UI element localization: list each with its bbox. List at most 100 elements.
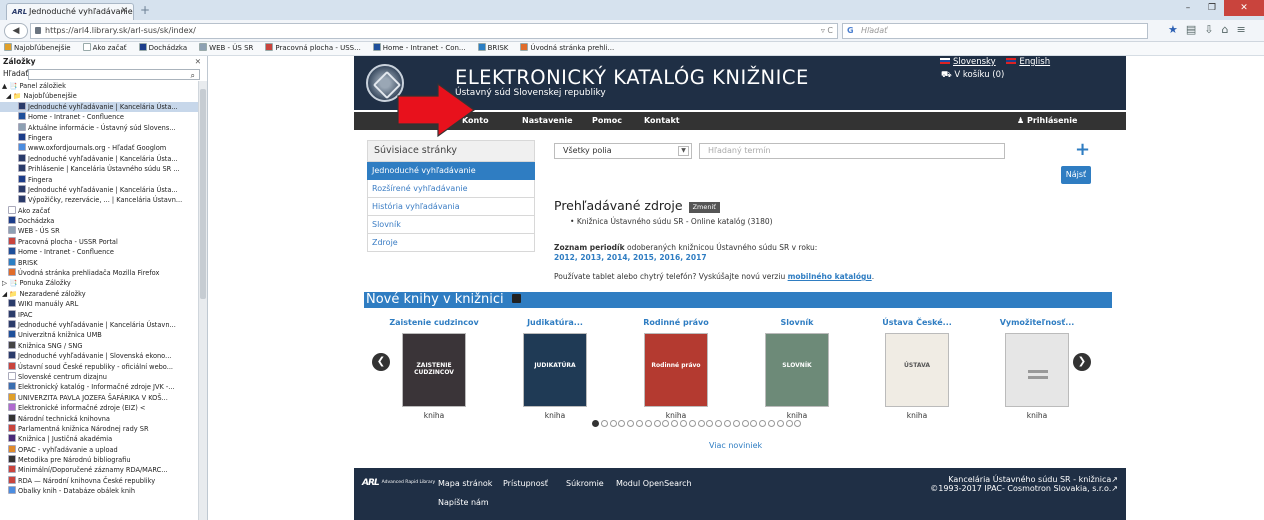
bookmark-item[interactable]: Knižnica SNG / SNG [0, 340, 207, 351]
minimize-icon[interactable]: – [1176, 0, 1200, 16]
carousel-dot[interactable] [794, 420, 802, 427]
bookmark-item[interactable]: Jednoduché vyhľadávanie | Kancelária Úst… [0, 319, 207, 330]
periodicals-years[interactable]: 2012, 2013, 2014, 2015, 2016, 2017 [554, 253, 707, 262]
home-icon[interactable]: ⌂ [1222, 23, 1229, 37]
menu-kontakt[interactable]: Kontakt [644, 112, 680, 130]
more-news-link[interactable]: Viac noviniek [709, 441, 762, 450]
carousel-next-icon[interactable]: ❯ [1073, 353, 1091, 371]
footer-opensearch-link[interactable]: Modul OpenSearch [616, 479, 692, 488]
bookmark-item[interactable]: Pracovná plocha - USSR Portal [0, 236, 207, 247]
book-title[interactable]: Rodinné právo [616, 318, 736, 327]
book-cover[interactable]: JUDIKATÚRA [523, 333, 587, 407]
sidebar-search-input[interactable]: ⌕ [28, 69, 200, 80]
sidebar-scrollbar[interactable] [198, 81, 207, 520]
restore-icon[interactable]: ❐ [1200, 0, 1224, 16]
bookmark-item[interactable]: ◢ 📁 Nezaradené záložky [0, 289, 207, 299]
url-bar[interactable]: https://arl4.library.sk/arl-sus/sk/index… [30, 23, 838, 39]
footer-library-name[interactable]: Kancelária Ústavného súdu SR - knižnica↗ [948, 475, 1118, 484]
bookmark-item[interactable]: WEB - ÚS SR [0, 226, 207, 236]
mobile-catalog-link[interactable]: mobilného katalógu [788, 272, 872, 281]
carousel-dot[interactable] [767, 420, 775, 427]
bookmark-star-icon[interactable]: ★ [1168, 23, 1178, 37]
bookmark-item[interactable]: Úvodná stránka prehliadača Mozilla Firef… [0, 268, 207, 278]
bookmark-item[interactable]: Výpožičky, rezervácie, ... | Kancelária … [0, 195, 207, 205]
book-item[interactable]: Ústava České... ÚSTAVA kniha [857, 318, 977, 420]
bookmark-item[interactable]: Fingera [0, 174, 207, 185]
bookmark-toolbar-item[interactable]: BRISK [477, 43, 515, 52]
browser-search-field[interactable]: G Hľadať [842, 23, 1148, 39]
carousel-dot[interactable] [653, 420, 661, 427]
carousel-dot[interactable] [741, 420, 749, 427]
carousel-dot[interactable] [592, 420, 599, 427]
bookmark-item[interactable]: Parlamentná knižnica Národnej rady SR [0, 423, 207, 434]
bookmark-item[interactable]: Dochádzka [0, 216, 207, 226]
related-dictionary[interactable]: Slovník [367, 216, 535, 234]
bookmark-item[interactable]: OPAC - vyhľadávanie a upload [0, 444, 207, 455]
book-cover[interactable]: Rodinné právo [644, 333, 708, 407]
field-select[interactable]: Všetky polia ▼ [554, 143, 692, 159]
menu-nastavenie[interactable]: Nastavenie [522, 112, 573, 130]
bookmark-item[interactable]: Knižnica | Justičná akadémia [0, 434, 207, 444]
bookmark-toolbar-item[interactable]: Home - Intranet - Con... [372, 43, 472, 52]
bookmark-toolbar-item[interactable]: Ako začať [82, 43, 133, 52]
new-tab-icon[interactable]: + [140, 4, 150, 16]
carousel-dot[interactable] [644, 420, 652, 427]
bookmark-item[interactable]: Home - Intranet - Confluence [0, 247, 207, 257]
bookmarks-menu-icon[interactable]: ▤ [1186, 23, 1196, 37]
back-button[interactable]: ◀ [4, 23, 28, 39]
book-item[interactable]: Zaistenie cudzincov ZAISTENIE CUDZINCOV kn… [374, 318, 494, 420]
change-sources-button[interactable]: Zmeniť [688, 202, 720, 213]
bookmark-item[interactable]: Národní technická knihovna [0, 413, 207, 424]
add-field-icon[interactable]: + [1075, 141, 1090, 159]
bookmark-item[interactable]: www.oxfordjournals.org - Hľadať Googlom [0, 143, 207, 153]
book-title[interactable]: Slovník [737, 318, 857, 327]
menu-login[interactable]: ♟ Prihlásenie [1017, 112, 1077, 130]
arl-logo[interactable]: ARL Advanced Rapid Library [362, 478, 435, 488]
browser-tab[interactable]: ARL Jednoduché vyhľadávanie |... ✕ [6, 3, 134, 20]
carousel-dot[interactable] [627, 420, 635, 427]
carousel-dot[interactable] [688, 420, 696, 427]
lang-sk-link[interactable]: Slovensky [940, 57, 996, 67]
carousel-dot[interactable] [759, 420, 767, 427]
bookmark-toolbar-item[interactable]: Pracovná plocha - USS... [265, 43, 366, 52]
footer-contact-link[interactable]: Napíšte nám [438, 498, 489, 507]
carousel-dot[interactable] [662, 420, 670, 427]
bookmark-item[interactable]: Jednoduché vyhľadávanie | Kancelária Úst… [0, 153, 207, 164]
bookmark-item[interactable]: Metodika pre Národnú bibliografiu [0, 455, 207, 465]
scrollbar-thumb[interactable] [200, 89, 206, 299]
book-title[interactable]: Judikatúra... [495, 318, 615, 327]
carousel-dot[interactable] [600, 420, 608, 427]
bookmark-item[interactable]: Aktuálne informácie - Ústavný súd Sloven… [0, 122, 207, 133]
carousel-dot[interactable] [723, 420, 731, 427]
book-cover[interactable]: SLOVNÍK [765, 333, 829, 407]
bookmark-item[interactable]: Obalky knih - Databáze obálek knih [0, 486, 207, 496]
footer-privacy-link[interactable]: Súkromie [566, 479, 604, 488]
bookmark-toolbar-item[interactable]: Najobľúbenejšie [4, 43, 77, 52]
bookmark-item[interactable]: ▷ 📑 Ponuka Záložky [0, 278, 207, 288]
cart-link[interactable]: ⛟ V košíku (0) [941, 70, 1004, 81]
carousel-dot[interactable] [715, 420, 723, 427]
carousel-dot[interactable] [785, 420, 793, 427]
bookmark-item[interactable]: Slovenské centrum dizajnu [0, 371, 207, 382]
carousel-dot[interactable] [706, 420, 714, 427]
bookmark-item[interactable]: WIKI manuály ARL [0, 299, 207, 309]
book-cover[interactable]: ZAISTENIE CUDZINCOV [402, 333, 466, 407]
related-simple-search[interactable]: Jednoduché vyhľadávanie [367, 162, 535, 180]
hamburger-menu-icon[interactable]: ≡ [1236, 23, 1245, 37]
book-title[interactable]: Ústava České... [857, 318, 977, 327]
book-title[interactable]: Zaistenie cudzincov [374, 318, 494, 327]
search-term-input[interactable]: Hľadaný termín [699, 143, 1005, 159]
window-close-icon[interactable]: ✕ [1224, 0, 1264, 16]
book-item[interactable]: Rodinné právo Rodinné právo kniha [616, 318, 736, 420]
book-cover[interactable]: ÚSTAVA [885, 333, 949, 407]
bookmark-item[interactable]: Ako začať [0, 205, 207, 216]
bookmark-item[interactable]: Jednoduché vyhľadávanie | Kancelária Úst… [0, 101, 207, 113]
bookmark-item[interactable]: Elektronický katalóg - Informačné zdroje… [0, 382, 207, 392]
close-sidebar-icon[interactable]: ✕ [195, 56, 201, 68]
bookmark-toolbar-item[interactable]: Úvodná stránka prehli... [520, 43, 620, 52]
carousel-dot[interactable] [697, 420, 705, 427]
bookmark-item[interactable]: Fingera [0, 132, 207, 143]
bookmark-toolbar-item[interactable]: Dochádzka [138, 43, 194, 52]
bookmark-item[interactable]: Elektronické informačné zdroje (EIZ) < [0, 403, 207, 413]
bookmark-item[interactable]: Home - Intranet - Confluence [0, 112, 207, 122]
